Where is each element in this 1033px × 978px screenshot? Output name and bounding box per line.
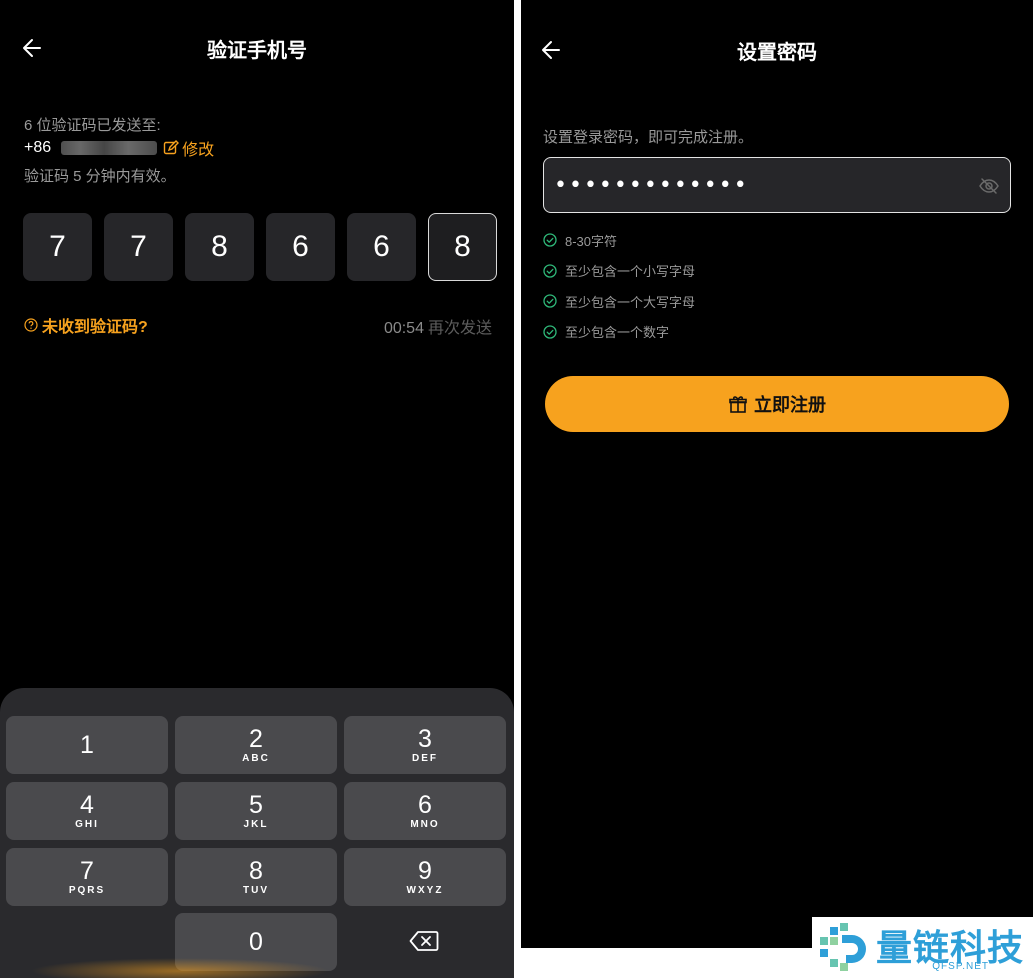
register-label: 立即注册 <box>754 395 826 415</box>
rule-item: 至少包含一个数字 <box>543 317 695 348</box>
code-digit-box[interactable]: 7 <box>104 213 173 281</box>
numeric-keypad: 1 2 ABC 3 DEF 4 GHI 5 JKL 6 MNO 7 PQRS 8 TUV 9W… <box>0 688 514 978</box>
resend-button[interactable]: 再次发送 <box>428 320 492 337</box>
not-received-link[interactable]: 未收到验证码? <box>24 313 148 337</box>
set-password-screen: 设置密码 设置登录密码，即可完成注册。 8-30字符 至少包含一个小写字母 至少… <box>521 0 1033 948</box>
page-title: 设置密码 <box>737 42 817 64</box>
watermark-subtext: QFSP.NET <box>932 961 989 972</box>
key-8[interactable]: 8 TUV <box>175 848 337 906</box>
key-letters: TUV <box>243 885 269 896</box>
key-number: 4 <box>80 791 94 819</box>
register-button[interactable]: 立即注册 <box>545 376 1009 432</box>
key-5[interactable]: 5 JKL <box>175 782 337 840</box>
resend-area: 00:54 再次发送 <box>384 314 492 338</box>
key-letters: MNO <box>410 819 440 830</box>
password-input[interactable] <box>554 158 954 212</box>
key-letters: PQRS <box>68 885 106 896</box>
rule-text: 8-30字符 <box>565 233 618 249</box>
check-circle-icon <box>543 264 557 278</box>
code-digit-box[interactable]: 7 <box>23 213 92 281</box>
backspace-icon <box>409 931 439 951</box>
password-field[interactable] <box>543 157 1011 213</box>
watermark-logo-icon <box>820 923 866 971</box>
key-number: 8 <box>249 857 263 885</box>
key-letters: ABC <box>242 753 270 764</box>
key-number: 0 <box>249 928 263 956</box>
key-letters: GHI <box>75 819 99 830</box>
key-9[interactable]: 9 WXYZ <box>344 848 506 906</box>
key-number: 6 <box>418 791 432 819</box>
rule-text: 至少包含一个大写字母 <box>565 294 696 310</box>
verify-phone-screen: 验证手机号 6 位验证码已发送至: +86 修改 验证码 5 分钟内有效。 7 … <box>0 0 514 978</box>
phone-country-code: +86 <box>24 139 52 156</box>
key-letters: DEF <box>412 753 438 764</box>
code-digit-box[interactable]: 6 <box>347 213 416 281</box>
check-circle-icon <box>543 294 557 308</box>
key-number: 9 <box>418 857 432 885</box>
key-6[interactable]: 6 MNO <box>344 782 506 840</box>
top-bar: 设置密码 <box>521 26 1033 74</box>
password-rules: 8-30字符 至少包含一个小写字母 至少包含一个大写字母 至少包含一个数字 <box>543 225 695 347</box>
rule-text: 至少包含一个数字 <box>565 325 670 341</box>
rule-item: 8-30字符 <box>543 225 695 256</box>
phone-number-redacted <box>61 141 158 155</box>
code-digit-box[interactable]: 6 <box>266 213 335 281</box>
top-bar: 验证手机号 <box>0 24 514 72</box>
check-circle-icon <box>543 233 557 247</box>
rule-item: 至少包含一个小写字母 <box>543 256 695 287</box>
home-indicator-glow <box>30 958 330 978</box>
code-validity-label: 验证码 5 分钟内有效。 <box>24 168 176 185</box>
code-sent-label: 6 位验证码已发送至: <box>24 117 161 134</box>
key-letters: WXYZ <box>406 885 444 896</box>
key-number: 5 <box>249 791 263 819</box>
question-circle-icon <box>24 318 38 332</box>
password-subtitle: 设置登录密码，即可完成注册。 <box>543 129 754 146</box>
code-digit-box[interactable]: 8 <box>185 213 254 281</box>
gift-icon <box>729 396 747 413</box>
key-7[interactable]: 7 PQRS <box>6 848 168 906</box>
page-title: 验证手机号 <box>207 40 307 62</box>
code-input-row[interactable]: 7 7 8 6 6 8 <box>23 213 497 281</box>
check-circle-icon <box>543 325 557 339</box>
key-4[interactable]: 4 GHI <box>6 782 168 840</box>
key-number: 2 <box>249 725 263 753</box>
watermark: 量链科技 QFSP.NET <box>812 917 1033 978</box>
rule-text: 至少包含一个小写字母 <box>565 264 696 280</box>
key-letters: JKL <box>243 819 269 830</box>
key-3[interactable]: 3 DEF <box>344 716 506 774</box>
edit-phone-link[interactable]: 修改 <box>163 136 214 160</box>
rule-item: 至少包含一个大写字母 <box>543 286 695 317</box>
key-2[interactable]: 2 ABC <box>175 716 337 774</box>
code-digit-box-active[interactable]: 8 <box>428 213 497 281</box>
key-1[interactable]: 1 <box>6 716 168 774</box>
key-number: 7 <box>80 857 94 885</box>
key-number: 1 <box>80 731 94 759</box>
edit-phone-label: 修改 <box>182 142 215 159</box>
phone-row: +86 修改 <box>24 137 214 159</box>
key-number: 3 <box>418 725 432 753</box>
not-received-label: 未收到验证码? <box>42 319 148 336</box>
eye-off-icon[interactable] <box>978 176 1000 196</box>
edit-icon <box>163 140 180 155</box>
countdown-timer: 00:54 <box>383 320 424 337</box>
backspace-key[interactable] <box>394 924 454 958</box>
